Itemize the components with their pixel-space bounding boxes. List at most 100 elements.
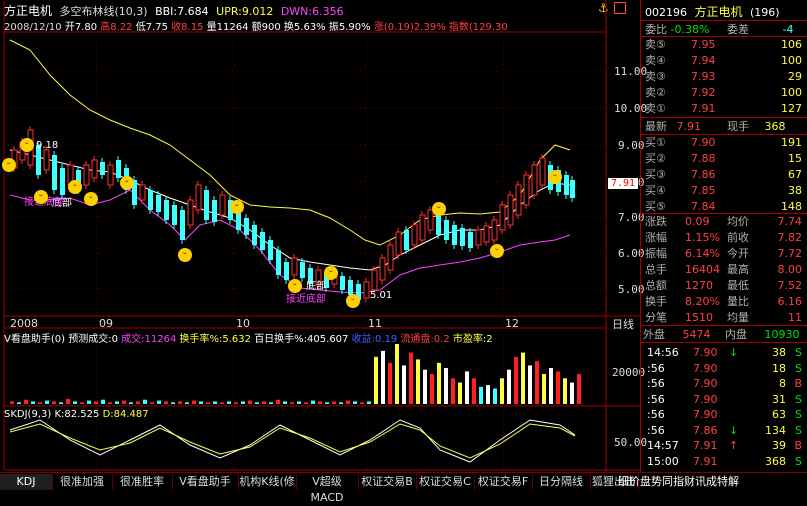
tick-price: 7.90	[693, 377, 718, 390]
indicator-tab[interactable]: 权证交易F	[474, 474, 533, 490]
panel-tab-trend[interactable]: 势	[651, 475, 662, 488]
tick-time: 14:56	[647, 346, 679, 359]
volume-bar	[283, 401, 287, 404]
candle	[475, 229, 482, 246]
last-price: 7.91	[676, 120, 702, 133]
volume-bar	[157, 400, 161, 404]
ask-row[interactable]: 卖③ 7.93 29	[641, 69, 807, 85]
bid-label: 买④	[645, 184, 666, 197]
panel-tab-index[interactable]: 指	[673, 475, 684, 488]
stat-label: 总手	[645, 263, 667, 276]
bid-row[interactable]: 买② 7.88 15	[641, 151, 807, 167]
stat-label: 均量	[727, 311, 749, 324]
indicator-tab[interactable]: 机构K线(修	[238, 474, 297, 490]
kdj-title[interactable]: SKDJ(9,3)	[4, 409, 51, 420]
x-tick-09: 09	[99, 317, 113, 330]
volume-bar	[437, 362, 441, 404]
indicator-tab[interactable]: V超级MACD	[296, 474, 359, 504]
indicator-tab[interactable]: 权证交易B	[358, 474, 417, 490]
bid-vol: 15	[788, 152, 802, 165]
volume-bar	[325, 402, 329, 404]
volume-bar	[304, 402, 308, 404]
volume-bar	[451, 378, 455, 404]
tick-time: 15:00	[647, 454, 679, 468]
stat-value: 11	[788, 311, 802, 324]
candle	[379, 257, 386, 281]
vol-panel-title[interactable]: V看盘助手(0)	[4, 334, 65, 345]
ask-row[interactable]: 卖① 7.91 127	[641, 101, 807, 117]
panel-tab-deal[interactable]: 成	[706, 475, 717, 488]
panel-tab-price[interactable]: 价	[629, 475, 640, 488]
ask-row[interactable]: 卖④ 7.94 100	[641, 53, 807, 69]
candle	[395, 231, 402, 256]
volume-bar	[276, 399, 280, 404]
volume-bar	[59, 402, 63, 404]
quote-panel: 002196 方正电机 (196) 委比 -0.38% 委差 -4 卖⑤ 7.95…	[640, 0, 807, 472]
bid-row[interactable]: 买③ 7.86 67	[641, 167, 807, 183]
volume-bar	[171, 402, 175, 404]
panel-tab-board[interactable]: 盘	[640, 475, 651, 488]
tick-price: 7.86	[693, 423, 718, 437]
volume-bar	[192, 400, 196, 404]
bid-row[interactable]: 买① 7.90 191	[641, 135, 807, 151]
indicator-tab[interactable]: 很准加强	[52, 474, 113, 490]
ask-label: 卖⑤	[645, 38, 666, 51]
volume-bar	[52, 401, 56, 404]
stat-row: 总手 16404 最高 8.00	[641, 262, 807, 278]
stat-value: 1510	[685, 311, 713, 324]
period-label[interactable]: 日线	[612, 316, 634, 332]
stat-row: 总额 1270 最低 7.52	[641, 278, 807, 294]
candle	[252, 225, 257, 245]
volume-bar	[241, 401, 245, 404]
volume-bar	[24, 399, 28, 404]
tick-vol: 63	[772, 408, 786, 421]
volume-bar	[374, 356, 378, 404]
candle	[363, 281, 370, 299]
tick-flag: S	[795, 346, 802, 359]
tick-flag: S	[795, 423, 802, 437]
ask-row[interactable]: 卖② 7.92 100	[641, 85, 807, 101]
candle	[491, 219, 498, 241]
bid-row[interactable]: 买④ 7.85 38	[641, 183, 807, 199]
tick-time: :56	[647, 361, 665, 375]
volume-bar	[549, 368, 553, 404]
ask-vol: 29	[788, 70, 802, 83]
x-tick-2008: 2008	[10, 317, 38, 330]
tick-price: 7.90	[693, 392, 718, 406]
volume-bar	[234, 402, 238, 404]
smiley-icon: ᵕ	[288, 279, 302, 293]
indicator-tab[interactable]: 权证交易C	[416, 474, 475, 490]
vol-float: 流通盘:0.2	[400, 334, 450, 345]
panel-tab-news[interactable]: 讯	[695, 475, 706, 488]
candle	[100, 162, 105, 175]
panel-tab-feature[interactable]: 特	[717, 475, 728, 488]
volume-bar	[528, 365, 532, 404]
candle	[340, 276, 345, 290]
tick-row: 14:56 7.90 ↓ 38 S	[641, 345, 807, 361]
panel-tab-finance[interactable]: 财	[684, 475, 695, 488]
price-chart[interactable]	[0, 0, 640, 472]
candle	[268, 240, 273, 260]
stat-label: 换手	[645, 295, 667, 308]
indicator-tab[interactable]: V看盘助手	[172, 474, 239, 490]
candle	[427, 209, 434, 231]
smiley-icon: ᵕ	[120, 176, 134, 190]
panel-tab-explain[interactable]: 解	[728, 475, 739, 488]
panel-tab-same[interactable]: 同	[662, 475, 673, 488]
tick-arrow-icon: ↓	[729, 346, 739, 359]
tick-arrow-icon: ↓	[729, 423, 739, 437]
candle	[348, 280, 353, 295]
volume-bar	[381, 350, 385, 404]
volume-bar	[220, 402, 224, 404]
stat-value: 7.52	[777, 279, 803, 292]
indicator-tab[interactable]: 日分隔线	[532, 474, 591, 490]
x-tick-12: 12	[505, 317, 519, 330]
candle	[83, 164, 90, 186]
indicator-tab[interactable]: 很准胜率	[112, 474, 173, 490]
indicator-tab[interactable]: KDJ	[0, 474, 53, 490]
tick-time: 14:57	[647, 439, 679, 452]
ask-row[interactable]: 卖⑤ 7.95 106	[641, 37, 807, 53]
candle	[564, 175, 569, 195]
ask-price: 7.93	[691, 70, 716, 83]
panel-tab-detail[interactable]: 细	[618, 475, 629, 488]
